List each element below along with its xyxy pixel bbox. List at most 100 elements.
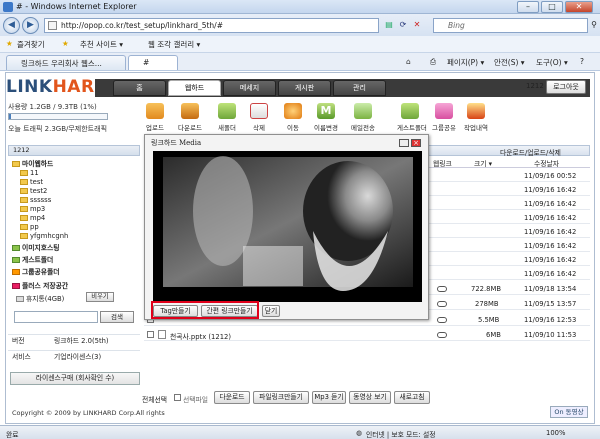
zoom-level[interactable]: 100% bbox=[546, 429, 565, 437]
folder-icon bbox=[20, 197, 28, 203]
upload-button[interactable]: 업로드 bbox=[142, 103, 168, 133]
mail-button[interactable]: 메일전송 bbox=[350, 103, 376, 133]
usage-text: 사용량 1.2GB / 9.3TB (1%) bbox=[8, 103, 97, 111]
popup-title: 링크하드 Media bbox=[151, 139, 202, 147]
folder-item[interactable]: pp bbox=[20, 223, 39, 231]
upload-icon bbox=[146, 103, 164, 119]
popup-minimize-button[interactable] bbox=[399, 139, 409, 147]
maximize-button[interactable]: □ bbox=[541, 1, 563, 13]
nav-tab-message[interactable]: 메세지 bbox=[223, 80, 276, 96]
search-icon[interactable]: ⚲ bbox=[588, 19, 600, 31]
folder-item[interactable]: 11 bbox=[20, 169, 39, 177]
bottom-refresh-button[interactable]: 새로고침 bbox=[394, 391, 430, 404]
section-image-hosting[interactable]: 이미지호스팅 bbox=[12, 242, 60, 252]
forward-icon[interactable]: ▶ bbox=[22, 17, 39, 34]
window-titlebar: # - Windows Internet Explorer – □ ✕ bbox=[0, 0, 600, 14]
section-plus-storage[interactable]: 플러스 저장공간 bbox=[12, 280, 68, 290]
col-weblink[interactable]: 웹링크 bbox=[433, 158, 452, 168]
bottom-filelink-button[interactable]: 파일링크만들기 bbox=[253, 391, 309, 404]
bottom-mp3-button[interactable]: Mp3 듣기 bbox=[312, 391, 346, 404]
nav-tab-board[interactable]: 게시판 bbox=[278, 80, 331, 96]
download-button[interactable]: 다운로드 bbox=[177, 103, 203, 133]
minimize-button[interactable]: – bbox=[517, 1, 539, 13]
group-share-button[interactable]: 그룹공유 bbox=[431, 103, 457, 133]
popup-close-button[interactable]: × bbox=[411, 139, 421, 147]
back-icon[interactable]: ◀ bbox=[3, 17, 20, 34]
folder-item[interactable]: yfgmhcgnh bbox=[20, 232, 68, 240]
favorites-button[interactable]: 즐겨찾기 bbox=[17, 39, 45, 50]
empty-trash-button[interactable]: 비우기 bbox=[86, 292, 114, 302]
table-row[interactable]: 천곡사.pptx (1212) 6MB 11/09/10 11:53 bbox=[144, 329, 590, 341]
license-buy-button[interactable]: 라이센스구매 (회사확인 수) bbox=[10, 372, 140, 385]
delete-icon bbox=[250, 103, 268, 119]
star-icon[interactable]: ★ bbox=[6, 39, 13, 48]
rename-button[interactable]: M 이름변경 bbox=[313, 103, 339, 133]
close-window-button[interactable]: ✕ bbox=[565, 1, 593, 13]
fav-link-suggested[interactable]: 추천 사이트 ▾ bbox=[80, 39, 123, 50]
print-icon[interactable]: ⎙ bbox=[430, 57, 436, 67]
refresh-icon[interactable]: ⟳ bbox=[397, 19, 409, 31]
folder-item[interactable]: ssssss bbox=[20, 196, 51, 204]
highlight-box bbox=[151, 301, 259, 319]
folder-item[interactable]: mp4 bbox=[20, 214, 45, 222]
video-player[interactable] bbox=[153, 151, 422, 302]
select-files-checkbox[interactable] bbox=[174, 394, 181, 401]
address-input[interactable]: http://opop.co.kr/test_setup/linkhard_5t… bbox=[44, 18, 379, 33]
select-all-label[interactable]: 전체선택 bbox=[142, 394, 167, 404]
tree-root[interactable]: 마이웹하드 bbox=[12, 158, 53, 168]
usage-bar bbox=[8, 113, 108, 120]
history-button[interactable]: 작업내역 bbox=[463, 103, 489, 133]
video-frame-image bbox=[153, 151, 422, 302]
tools-menu[interactable]: 도구(O) ▾ bbox=[536, 57, 568, 68]
user-id: 1212 bbox=[526, 82, 544, 90]
new-folder-button[interactable]: 새폴더 bbox=[214, 103, 240, 133]
guest-folder-icon bbox=[401, 103, 419, 119]
folder-item[interactable]: test2 bbox=[20, 187, 47, 195]
bottom-video-button[interactable]: 동영상 보기 bbox=[349, 391, 391, 404]
move-button[interactable]: 이동 bbox=[280, 103, 306, 133]
sidebar-search-input[interactable] bbox=[14, 311, 98, 323]
folder-item[interactable]: mp3 bbox=[20, 205, 45, 213]
globe-icon: ◍ bbox=[356, 429, 362, 437]
bottom-download-button[interactable]: 다운로드 bbox=[214, 391, 250, 404]
fav-link-gallery[interactable]: 웹 조각 갤러리 ▾ bbox=[148, 39, 200, 50]
nav-tab-webhard[interactable]: 웹하드 bbox=[168, 80, 221, 96]
nav-tab-home[interactable]: 홈 bbox=[113, 80, 166, 96]
home-icon[interactable]: ⌂ bbox=[406, 57, 411, 66]
sidebar-search-button[interactable]: 검색 bbox=[100, 311, 134, 323]
delete-button[interactable]: 삭제 bbox=[246, 103, 272, 133]
col-date[interactable]: 수정날자 bbox=[534, 158, 559, 168]
popup-close-text-button[interactable]: 닫기 bbox=[262, 305, 280, 317]
weblink-icon bbox=[437, 286, 447, 292]
safety-menu[interactable]: 안전(S) ▾ bbox=[494, 57, 525, 68]
tab-current[interactable]: # bbox=[128, 55, 178, 70]
folder-icon bbox=[20, 179, 28, 185]
folder-icon bbox=[12, 161, 20, 167]
history-icon bbox=[467, 103, 485, 119]
compat-icon[interactable]: ▤ bbox=[383, 19, 395, 31]
search-input[interactable]: Bing bbox=[433, 18, 588, 33]
folder-icon bbox=[20, 206, 28, 212]
version-row: 버전 링크하드 2.0(5th) bbox=[8, 334, 140, 348]
linkhard-logo[interactable]: LINKHARD bbox=[6, 77, 109, 97]
page-icon bbox=[48, 21, 57, 30]
logout-button[interactable]: 로그아웃 bbox=[546, 80, 586, 94]
folder-item[interactable]: test bbox=[20, 178, 43, 186]
nav-tab-admin[interactable]: 관리 bbox=[333, 80, 386, 96]
file-name: 천곡사.pptx (1212) bbox=[170, 333, 231, 341]
plus-icon bbox=[12, 283, 20, 289]
mail-icon bbox=[354, 103, 372, 119]
section-group-share[interactable]: 그룹공유폴더 bbox=[12, 266, 60, 276]
add-favorite-icon[interactable]: ★ bbox=[62, 39, 69, 48]
row-checkbox[interactable] bbox=[147, 331, 154, 338]
move-icon bbox=[284, 103, 302, 119]
stop-icon[interactable]: ✕ bbox=[411, 19, 423, 31]
help-icon[interactable]: ? bbox=[580, 57, 584, 66]
tab-linkhard[interactable]: 링크하드 우리회사 웹스... bbox=[6, 55, 126, 70]
page-menu[interactable]: 페이지(P) ▾ bbox=[447, 57, 484, 68]
col-size[interactable]: 크기 ▾ bbox=[474, 158, 492, 168]
trash[interactable]: 휴지통(4GB) bbox=[16, 293, 64, 303]
section-guest-folder[interactable]: 게스트폴더 bbox=[12, 254, 53, 264]
video-home-button[interactable]: On 동영상 bbox=[550, 406, 588, 418]
guest-folder-button[interactable]: 게스트폴더 bbox=[397, 103, 427, 133]
